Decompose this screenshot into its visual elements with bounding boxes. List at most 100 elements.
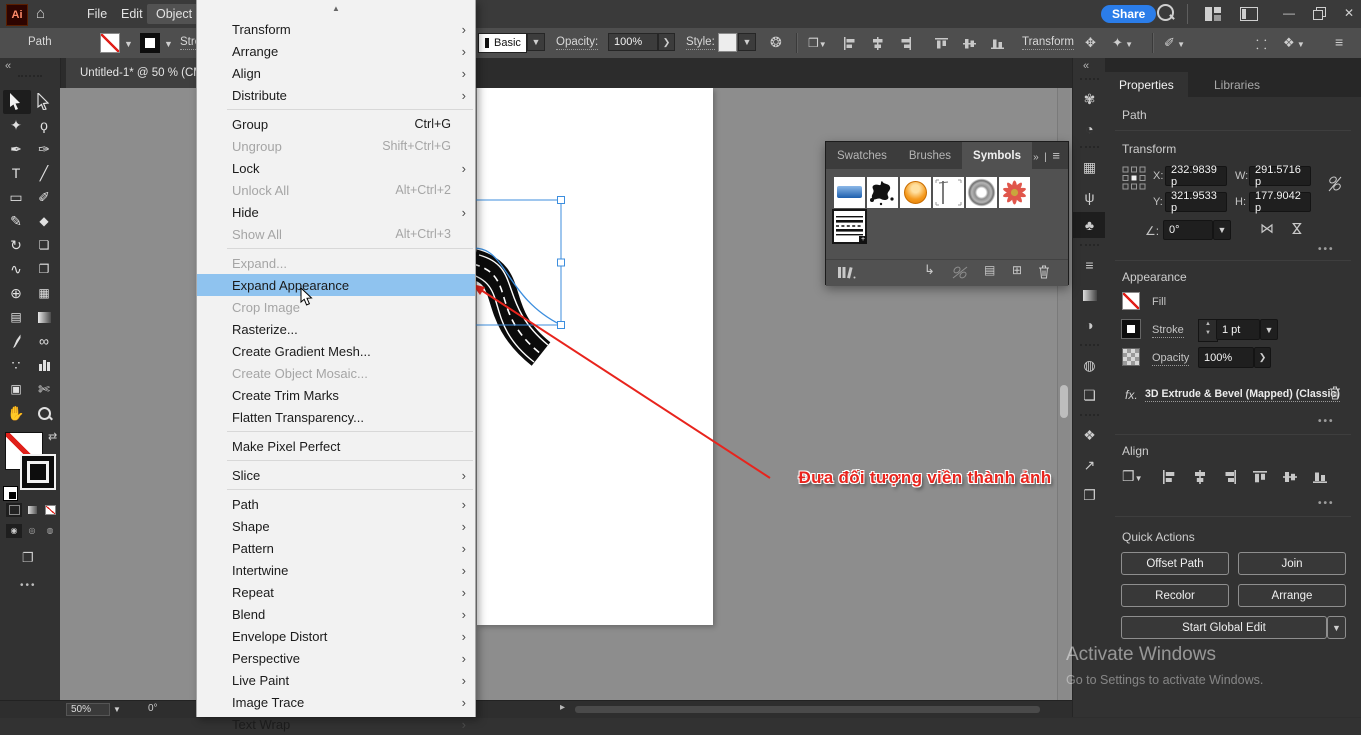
appearance-panel-icon[interactable]: ◍ [1073,352,1106,378]
menu-item-lock[interactable]: Lock› [197,157,475,179]
align-left-icon[interactable] [1162,470,1176,484]
new-symbol-icon[interactable]: ⊞ [1012,263,1022,277]
tab-libraries[interactable]: Libraries [1200,72,1274,97]
menu-item-arrange[interactable]: Arrange› [197,40,475,62]
scale-tool-icon[interactable]: ❏ [31,234,57,256]
symbol-options-icon[interactable]: ▤ [984,263,995,277]
menu-item-intertwine[interactable]: Intertwine› [197,559,475,581]
menu-item-live-paint[interactable]: Live Paint› [197,669,475,691]
rotation-field[interactable]: 0° [148,703,158,714]
minimize-button[interactable]: — [1276,6,1302,20]
offset-path-button[interactable]: Offset Path [1121,552,1229,575]
symbol-libraries-menu-icon[interactable] [838,266,856,279]
stroke-weight-stepper[interactable]: ▲▼ [1198,319,1218,342]
zoom-level-chevron-icon[interactable]: ▼ [113,705,121,714]
menu-item-slice[interactable]: Slice› [197,464,475,486]
opacity-field[interactable]: 100% [1198,347,1254,368]
restore-button[interactable] [1313,7,1326,20]
color-mode-button[interactable] [6,503,22,517]
style-label[interactable]: Style: [686,36,715,50]
brushes-panel-icon[interactable]: ψ [1073,184,1106,210]
menu-item-hide[interactable]: Hide› [197,201,475,223]
hand-tool-icon[interactable]: ✋ [3,402,29,424]
collapse-tools-icon[interactable]: « [5,60,11,72]
reference-point-locator[interactable] [1122,166,1146,190]
stroke-swatch[interactable] [1122,320,1140,338]
menu-item-make-pixel-perfect[interactable]: Make Pixel Perfect [197,435,475,457]
w-field[interactable]: 291.5716 p [1249,166,1311,186]
layers-panel-icon[interactable]: ❖ [1073,422,1106,448]
break-symbol-link-icon[interactable] [952,265,968,280]
tab-symbols[interactable]: Symbols [962,142,1032,169]
flip-vertical-icon[interactable]: ⋈ [1289,222,1306,236]
place-symbol-instance-icon[interactable]: ↳ [924,262,935,278]
panel-menu-icon[interactable]: ≡ [1335,34,1343,50]
isolate-selection-icon[interactable]: ✥ [1085,35,1096,51]
eyedropper-tool-icon[interactable] [12,333,22,349]
menu-item-transform[interactable]: Transform› [197,18,475,40]
swap-fill-stroke-icon[interactable]: ⇄ [48,430,57,443]
delete-effect-icon[interactable] [1329,386,1341,400]
draw-normal-mode-icon[interactable]: ◉ [6,524,22,538]
align-to-selection-icon[interactable]: ❒▼ [1122,468,1142,485]
transform-link[interactable]: Transform [1022,36,1074,50]
rotate-field[interactable]: 0° [1163,220,1213,240]
pen-tool-icon[interactable]: ✒ [3,138,29,160]
paintbrush-tool-icon[interactable]: ✐ [31,186,57,208]
stroke-label[interactable]: Stroke [1152,324,1184,338]
menu-item-rasterize[interactable]: Rasterize... [197,318,475,340]
mesh-tool-icon[interactable]: ▤ [3,306,29,328]
opacity-field[interactable]: 100% [608,33,658,51]
menu-item-crop-image[interactable]: Crop Image [197,296,475,318]
gradient-mode-button[interactable] [24,503,40,517]
stroke-weight-field[interactable]: 1 pt [1216,319,1260,340]
symbols-panel-icon[interactable]: ♣ [1073,212,1106,238]
workspace-switcher-icon[interactable]: ❖ ▼ [1283,35,1305,51]
tab-swatches[interactable]: Swatches [826,142,898,169]
align-v-middle-icon[interactable] [1283,470,1297,484]
stroke-chevron-icon[interactable]: ▼ [164,39,173,49]
rotate-tool-icon[interactable]: ↻ [3,234,29,256]
fill-swatch[interactable] [100,33,120,53]
horizontal-scrollbar-thumb[interactable] [575,706,1040,713]
select-similar-icon[interactable]: ✦ ▼ [1112,35,1133,51]
color-guide-panel-icon[interactable]: ◔ [1073,116,1106,142]
align-bottom-icon[interactable] [1313,470,1327,484]
menu-item-expand-appearance[interactable]: Expand Appearance [197,274,475,296]
eraser-tool-icon[interactable]: ◆ [31,210,57,232]
effect-link[interactable]: 3D Extrude & Bevel (Mapped) (Classic) [1145,388,1340,402]
menu-item-shape[interactable]: Shape› [197,515,475,537]
menu-item-align[interactable]: Align› [197,62,475,84]
selection-tool-icon[interactable] [9,93,22,110]
blend-tool-icon[interactable]: ∞ [31,330,57,352]
align-left-icon[interactable] [843,37,856,50]
align-right-icon[interactable] [1223,470,1237,484]
menu-item-expand[interactable]: Expand... [197,252,475,274]
type-tool-icon[interactable]: T [3,162,29,184]
gradient-panel-icon[interactable] [1073,282,1106,308]
default-fill-stroke-icon[interactable] [3,486,18,501]
arrange-documents-icon[interactable] [1205,7,1221,21]
gradient-tool-icon[interactable] [31,306,57,328]
style-chevron-icon[interactable]: ▼ [738,33,756,51]
direct-selection-tool-icon[interactable] [37,93,50,110]
stroke-panel-icon[interactable]: ≡ [1073,252,1106,278]
selection-handle[interactable] [558,259,565,266]
menu-item-create-trim-marks[interactable]: Create Trim Marks [197,384,475,406]
menu-item-distribute[interactable]: Distribute› [197,84,475,106]
arrange-button[interactable]: Arrange [1238,584,1346,607]
rectangle-tool-icon[interactable]: ▭ [3,186,29,208]
color-panel-icon[interactable]: ✾ [1073,86,1106,112]
align-top-icon[interactable] [1253,470,1267,484]
tab-properties[interactable]: Properties [1105,72,1188,97]
menu-item-repeat[interactable]: Repeat› [197,581,475,603]
menubar-object[interactable]: Object [147,4,201,24]
arrange-docs-icon[interactable]: ⸬ [1256,35,1267,53]
free-transform-tool-icon[interactable]: ❐ [31,258,57,280]
align-bottom-icon[interactable] [991,37,1004,50]
document-tab[interactable]: Untitled-1* @ 50 % (CM [66,58,217,88]
draw-behind-mode-icon[interactable]: ◎ [24,524,40,538]
menu-item-ungroup[interactable]: UngroupShift+Ctrl+G [197,135,475,157]
lasso-tool-icon[interactable]: ϙ [31,114,57,136]
recolor-artwork-icon[interactable]: ❂ [770,34,782,51]
